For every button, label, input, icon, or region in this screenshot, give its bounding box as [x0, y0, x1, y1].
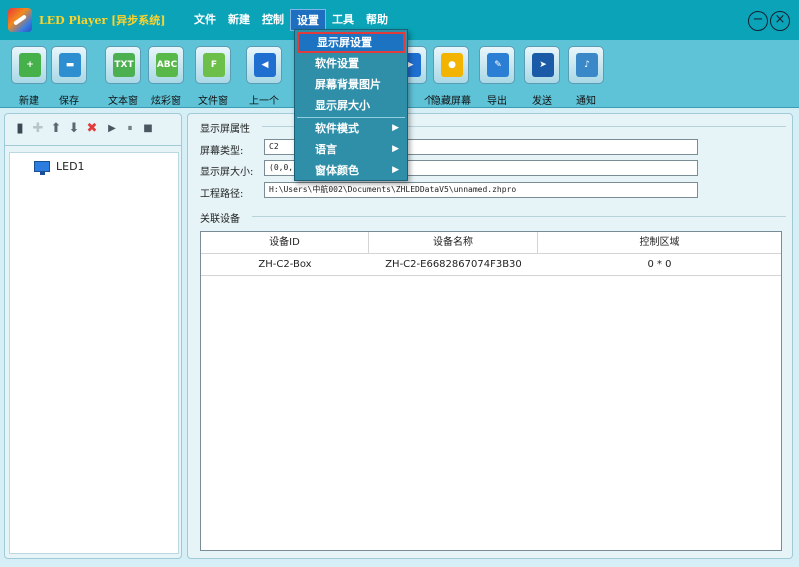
menu-file[interactable]: 文件: [188, 9, 222, 31]
bulb-icon: ●: [433, 46, 469, 84]
move-up-icon[interactable]: ⬆: [49, 122, 63, 136]
previous-icon: ◀: [246, 46, 282, 84]
file-window-icon: F: [195, 46, 231, 84]
app-logo-icon: [8, 8, 32, 32]
menu-screen-size[interactable]: 显示屏大小: [297, 95, 405, 116]
notify-icon: ♪: [568, 46, 604, 84]
menu-display-settings[interactable]: 显示屏设置: [297, 32, 405, 53]
right-panel: 显示屏属性 屏幕类型: C2 显示屏大小: (0,0, 工程路径: H:\Use…: [187, 113, 793, 559]
colorful-window-icon: ABC: [148, 46, 184, 84]
column-header[interactable]: 设备ID: [201, 232, 369, 254]
divider: [252, 216, 786, 217]
menu-window-color[interactable]: 窗体颜色 ▶: [297, 160, 405, 181]
minimize-button[interactable]: −: [748, 11, 768, 31]
menu-language[interactable]: 语言 ▶: [297, 139, 405, 160]
column-header[interactable]: 设备名称: [369, 232, 538, 254]
add-icon[interactable]: ✚: [31, 122, 45, 136]
table-cell[interactable]: 0 * 0: [538, 254, 781, 276]
menu-tools[interactable]: 工具: [326, 9, 360, 31]
menu-settings[interactable]: 设置: [290, 9, 326, 31]
menu-software-mode[interactable]: 软件模式 ▶: [297, 118, 405, 139]
colorful-window-button[interactable]: ABC 炫彩窗: [143, 46, 189, 107]
menu-screen-background[interactable]: 屏幕背景图片: [297, 74, 405, 95]
screen-size-label: 显示屏大小:: [200, 167, 254, 178]
menu-software-settings[interactable]: 软件设置: [297, 53, 405, 74]
submenu-arrow-icon: ▶: [392, 165, 399, 175]
tree-node-label: LED1: [56, 159, 85, 173]
close-button[interactable]: ×: [770, 11, 790, 31]
text-window-icon: TXT: [105, 46, 141, 84]
project-path-label: 工程路径:: [200, 189, 244, 200]
menu-help[interactable]: 帮助: [360, 9, 394, 31]
menu-control[interactable]: 控制: [256, 9, 290, 31]
previous-button[interactable]: ◀ 上一个: [241, 46, 287, 107]
app-title: LED Player [异步系统]: [39, 14, 166, 27]
settings-dropdown: 显示屏设置 软件设置 屏幕背景图片 显示屏大小 软件模式 ▶ 语言 ▶ 窗体颜色 ▶: [294, 29, 408, 181]
screen-type-label: 屏幕类型:: [200, 146, 244, 157]
screen-tree: LED1: [9, 152, 179, 554]
stop-icon[interactable]: ■: [141, 122, 155, 136]
save-button[interactable]: ▬ 保存: [46, 46, 92, 107]
menu-new[interactable]: 新建: [222, 9, 256, 31]
devices-title: 关联设备: [200, 214, 240, 225]
devices-table: 设备ID 设备名称 控制区域 ZH-C2-Box ZH-C2-E66828670…: [200, 231, 782, 551]
pause-icon[interactable]: ⏸: [123, 122, 137, 136]
column-header[interactable]: 控制区域: [538, 232, 781, 254]
table-cell[interactable]: ZH-C2-E6682867074F3B30: [369, 254, 538, 276]
file-window-button[interactable]: F 文件窗: [190, 46, 236, 107]
left-panel: ▮ ✚ ⬆ ⬇ ✖ ▶ ⏸ ■ LED1: [4, 113, 182, 559]
new-file-icon: +: [11, 46, 47, 84]
send-icon: ➤: [524, 46, 560, 84]
save-icon: ▬: [51, 46, 87, 84]
submenu-arrow-icon: ▶: [392, 123, 399, 133]
menu-bar: 文件 新建 控制 设置 工具 帮助: [188, 9, 394, 31]
notify-button[interactable]: ♪ 通知: [563, 46, 609, 107]
export-icon: ✎: [479, 46, 515, 84]
table-cell[interactable]: ZH-C2-Box: [201, 254, 369, 276]
new-program-icon[interactable]: ▮: [13, 122, 27, 136]
display-props-title: 显示屏属性: [200, 124, 250, 135]
project-path-field[interactable]: H:\Users\中航002\Documents\ZHLEDDataV5\unn…: [264, 182, 698, 198]
monitor-icon: [34, 160, 50, 175]
submenu-arrow-icon: ▶: [392, 144, 399, 154]
tree-toolbar: ▮ ✚ ⬆ ⬇ ✖ ▶ ⏸ ■: [5, 114, 181, 146]
tree-node-led1[interactable]: LED1: [34, 158, 85, 175]
play-icon[interactable]: ▶: [105, 122, 119, 136]
delete-icon[interactable]: ✖: [85, 122, 99, 136]
move-down-icon[interactable]: ⬇: [67, 122, 81, 136]
